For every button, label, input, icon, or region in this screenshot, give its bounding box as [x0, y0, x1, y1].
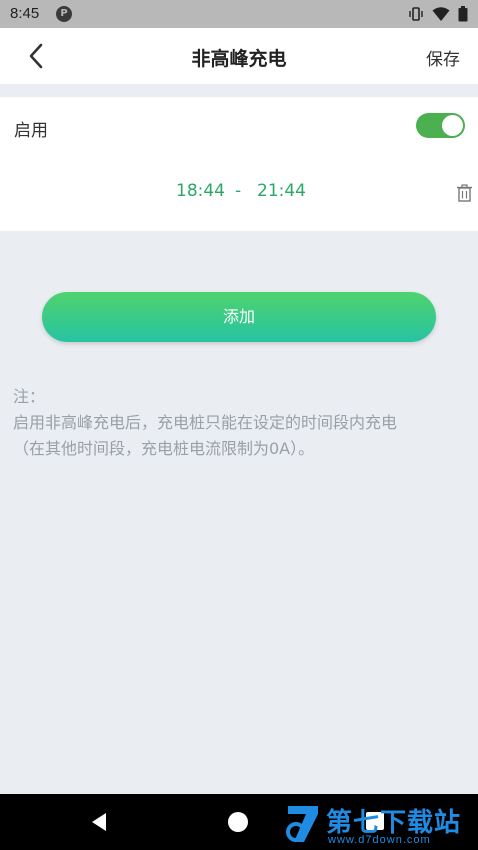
- watermark-url: www.d7down.com: [328, 834, 431, 846]
- enable-label: 启用: [14, 121, 48, 141]
- note-line-2: （在其他时间段，充电桩电流限制为0A）。: [13, 439, 315, 458]
- time-separator: -: [235, 181, 242, 201]
- add-time-slot-button[interactable]: 添加: [42, 292, 436, 342]
- note-title: 注：: [13, 387, 46, 406]
- start-time[interactable]: 18:44: [176, 181, 225, 201]
- app-notification-icon: P: [56, 6, 72, 22]
- status-bar: 8:45 P: [0, 0, 478, 28]
- app-bar: 非高峰充电 保存: [0, 28, 478, 84]
- schedule-card: 启用 18:44 - 21:44: [0, 97, 478, 231]
- end-time[interactable]: 21:44: [257, 181, 306, 201]
- status-time: 8:45: [10, 5, 40, 22]
- status-icons: [408, 6, 468, 22]
- back-triangle-icon[interactable]: [90, 812, 110, 832]
- battery-icon: [458, 6, 468, 22]
- save-button[interactable]: 保存: [426, 45, 460, 70]
- note-line-1: 启用非高峰充电后，充电桩只能在设定的时间段内充电: [13, 413, 398, 432]
- enable-toggle[interactable]: [416, 113, 465, 138]
- watermark: 第七下载站 www.d7down.com: [284, 800, 474, 848]
- trash-icon: [457, 184, 472, 202]
- page-title: 非高峰充电: [191, 48, 287, 70]
- home-circle-icon[interactable]: [228, 812, 248, 832]
- time-range-row: 18:44 - 21:44: [0, 181, 478, 205]
- note-text: 注： 启用非高峰充电后，充电桩只能在设定的时间段内充电 （在其他时间段，充电桩电…: [13, 384, 468, 462]
- toggle-knob: [442, 115, 463, 136]
- wifi-icon: [432, 7, 450, 21]
- delete-button[interactable]: [456, 184, 473, 202]
- vibrate-icon: [409, 7, 423, 21]
- watermark-logo-icon: [286, 806, 318, 842]
